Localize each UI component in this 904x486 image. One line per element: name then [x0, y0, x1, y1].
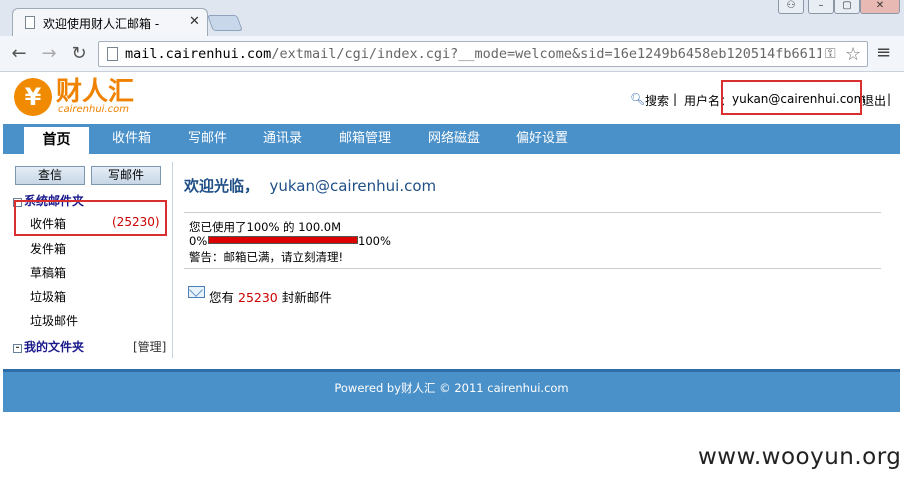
separator: | [673, 92, 678, 106]
highlight-box-inbox [14, 200, 167, 236]
main-nav: 首页 收件箱 写邮件 通讯录 邮箱管理 网络磁盘 偏好设置 [3, 124, 900, 154]
usage-text: 您已使用了100% 的 100.0M [189, 220, 342, 234]
url-text[interactable]: mail.cairenhui.com/extmail/cgi/index.cgi… [125, 46, 821, 62]
tab-home[interactable]: 首页 [24, 127, 89, 154]
close-icon[interactable]: ✕ [189, 14, 200, 29]
back-icon[interactable]: ← [8, 44, 30, 64]
usage-max-label: 100% [358, 234, 391, 248]
usage-min-label: 0% [189, 234, 208, 248]
tab-title: 欢迎使用财人汇邮箱 - [43, 17, 160, 31]
reload-icon[interactable]: ↻ [68, 44, 90, 64]
maximize-button[interactable]: ▢ [834, 0, 860, 14]
page-icon [107, 47, 118, 61]
divider [184, 212, 881, 213]
footer-text: Powered by财人汇 © 2011 cairenhui.com [334, 381, 569, 395]
mail-icon [188, 286, 205, 298]
watermark: www.wooyun.org [698, 444, 902, 470]
new-tab-button[interactable] [207, 15, 243, 31]
browser-toolbar: ← → ↻ mail.cairenhui.com/extmail/cgi/ind… [0, 36, 904, 72]
tab-preferences[interactable]: 偏好设置 [516, 124, 568, 154]
new-mail-notice[interactable]: 您有 25230 封新邮件 [209, 287, 332, 306]
compose-button[interactable]: 写邮件 [91, 166, 161, 185]
welcome-email: yukan@cairenhui.com [269, 177, 437, 195]
key-icon[interactable]: ⚿ [825, 46, 836, 62]
highlight-box-username [721, 80, 862, 115]
tab-compose[interactable]: 写邮件 [188, 124, 227, 154]
forward-icon[interactable]: → [38, 44, 60, 64]
welcome-heading: 欢迎光临， yukan@cairenhui.com [184, 177, 437, 195]
folder-trash[interactable]: 垃圾箱 [30, 288, 66, 305]
folder-spam[interactable]: 垃圾邮件 [30, 312, 78, 329]
browser-tab[interactable]: 欢迎使用财人汇邮箱 - ✕ [12, 8, 208, 38]
folder-drafts[interactable]: 草稿箱 [30, 264, 66, 281]
usage-progress-bar [208, 236, 358, 244]
browser-titlebar: 欢迎使用财人汇邮箱 - ✕ ⚇ – ▢ ✕ [0, 0, 904, 38]
tab-mailbox-manage[interactable]: 邮箱管理 [339, 124, 391, 154]
quota-warning: 警告：邮箱已满，请立刻清理! [189, 250, 344, 264]
manage-folders-link[interactable]: [管理] [133, 338, 166, 355]
divider [184, 268, 881, 269]
tab-netdisk[interactable]: 网络磁盘 [428, 124, 480, 154]
search-icon[interactable]: 🔍︎ [630, 92, 645, 106]
folder-sent[interactable]: 发件箱 [30, 240, 66, 257]
star-icon[interactable]: ☆ [845, 44, 861, 65]
tab-inbox[interactable]: 收件箱 [112, 124, 151, 154]
my-folders-header[interactable]: - 我的文件夹 [13, 338, 84, 355]
logout-link[interactable]: 退出 [862, 92, 886, 109]
collapse-icon[interactable]: - [13, 344, 22, 353]
yen-coin-icon: ¥ [14, 78, 52, 116]
footer: Powered by财人汇 © 2011 cairenhui.com [3, 369, 900, 412]
brand-sub: cairenhui.com [58, 104, 129, 115]
menu-icon[interactable]: ≡ [876, 44, 892, 64]
minimize-button[interactable]: – [808, 0, 834, 14]
new-mail-count[interactable]: 25230 [238, 290, 278, 305]
check-mail-button[interactable]: 查信 [15, 166, 85, 185]
sidebar-divider [172, 162, 173, 358]
usage-progress-fill [209, 237, 357, 243]
tab-contacts[interactable]: 通讯录 [263, 124, 302, 154]
search-link[interactable]: 搜索 [645, 92, 669, 109]
user-icon[interactable]: ⚇ [778, 0, 804, 14]
separator: | [887, 92, 892, 106]
close-window-button[interactable]: ✕ [860, 0, 900, 14]
brand-name: 财人汇 [56, 77, 135, 107]
address-bar[interactable]: mail.cairenhui.com/extmail/cgi/index.cgi… [98, 41, 868, 67]
page-icon [25, 16, 35, 29]
